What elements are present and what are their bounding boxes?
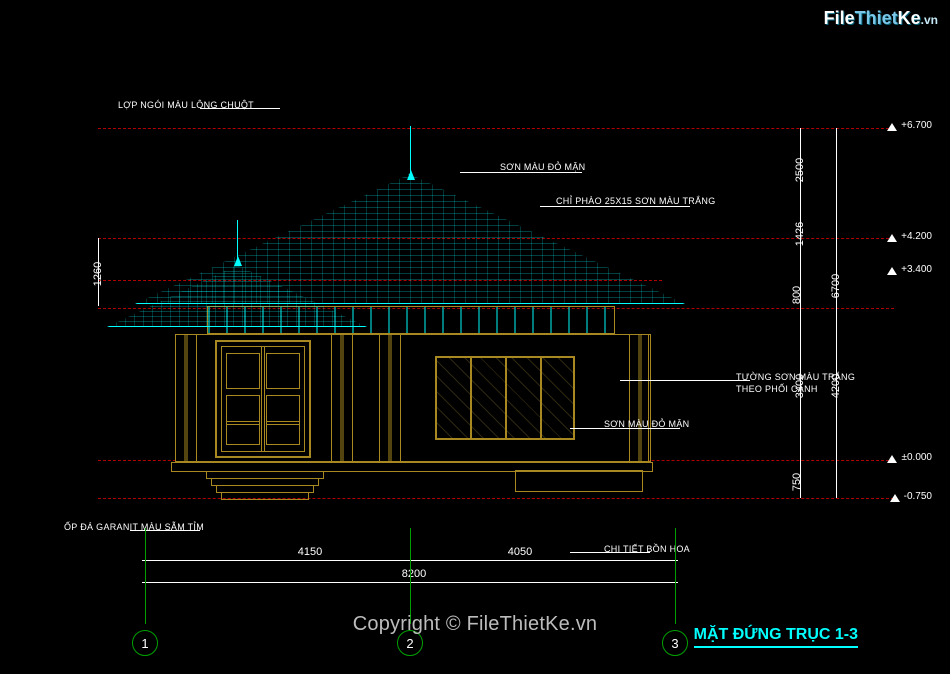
- label-granite: ỐP ĐÁ GARANIT MÀU SẪM TỈM: [64, 522, 204, 532]
- elev-0000: ±0.000: [901, 452, 932, 463]
- cad-drawing-canvas: FileThietKe.vn: [0, 0, 950, 674]
- dim-v-800: 800: [791, 286, 803, 304]
- pilaster-3: [379, 334, 401, 462]
- site-logo: FileThietKe.vn: [824, 8, 938, 29]
- label-roof-tile: LỢP NGÓI MÀU LÔNG CHUỘT: [118, 100, 254, 110]
- elev-6700: +6.700: [901, 120, 932, 131]
- copyright-text: Copyright © FileThietKe.vn: [0, 613, 950, 636]
- main-door: [215, 340, 311, 458]
- dim-v-1426: 1426: [794, 222, 806, 246]
- dim-span2: 4050: [490, 546, 550, 558]
- logo-part-file: File: [824, 8, 855, 28]
- dim-span1: 4150: [280, 546, 340, 558]
- label-paint-plum: SƠN MÀU ĐỎ MẬN: [500, 162, 585, 172]
- entry-steps: [205, 472, 325, 500]
- leader-molding: [540, 206, 690, 207]
- logo-part-ke: Ke: [898, 8, 921, 28]
- pilaster-2: [331, 334, 353, 462]
- pilaster-4: [629, 334, 651, 462]
- label-molding: CHỈ PHÀO 25X15 SƠN MÀU TRẮNG: [556, 196, 716, 206]
- dim-v-2500: 2500: [794, 158, 806, 182]
- dim-v-750: 750: [791, 473, 803, 491]
- door-leaf-right: [261, 346, 305, 452]
- label-planter-detail: CHI TIẾT BỒN HOA: [604, 544, 690, 554]
- logo-suffix: .vn: [921, 13, 938, 27]
- leader-wall-white: [620, 380, 750, 381]
- door-leaf-left: [221, 346, 265, 452]
- dim-porch-1260: 1260: [92, 262, 104, 286]
- house-elevation: [135, 120, 685, 500]
- elev-4200: +4.200: [901, 231, 932, 242]
- dim-v-6700: 6700: [830, 274, 842, 298]
- axis-line-1: [145, 528, 146, 624]
- elev-3400: +3.400: [901, 264, 932, 275]
- roof-spire-porch: [237, 220, 238, 260]
- dimchain-1: [800, 128, 801, 498]
- dimchain-2: [836, 128, 837, 498]
- dim-v-3400: 3400: [794, 374, 806, 398]
- planter-box: [515, 470, 643, 492]
- roof-spire-main: [410, 126, 411, 174]
- label-paint-plum-2: SƠN MÀU ĐỎ MẬN: [604, 419, 689, 429]
- window: [435, 356, 575, 440]
- dim-v-4200: 4200: [830, 374, 842, 398]
- axis-line-3: [675, 528, 676, 624]
- elev-m0750: -0.750: [904, 491, 932, 502]
- leader-plum: [460, 172, 582, 173]
- dim-total: 8200: [384, 568, 444, 580]
- axis-line-2: [410, 528, 411, 624]
- pilaster-1: [175, 334, 197, 462]
- logo-part-thiet: Thiet: [855, 8, 898, 28]
